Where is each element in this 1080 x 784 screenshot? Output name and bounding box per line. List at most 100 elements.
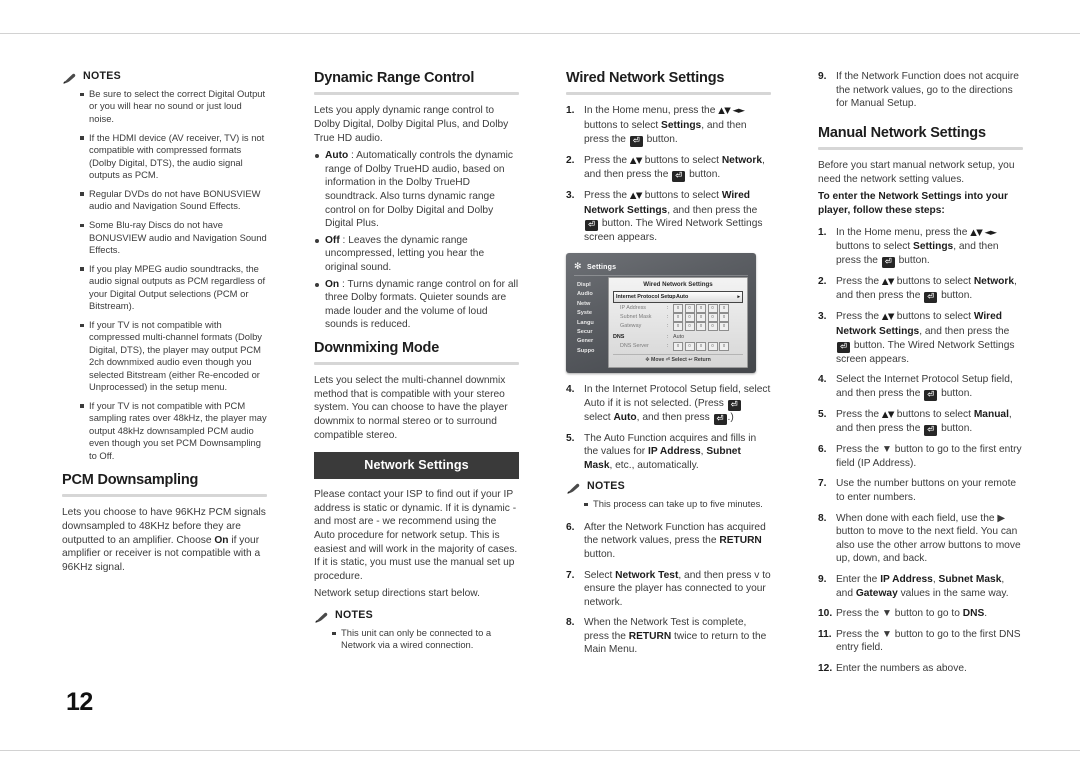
- notes-label: NOTES: [335, 609, 373, 621]
- manual-page: NOTES Be sure to select the correct Digi…: [0, 0, 1080, 784]
- section-heading-dynamic-range-control: Dynamic Range Control: [314, 70, 475, 86]
- note-item: If the HDMI device (AV receiver, TV) is …: [80, 132, 267, 182]
- row-label: Subnet Mask: [620, 314, 652, 321]
- figure-row-dns-server: DNS Server : 0 0 0 0 0: [613, 342, 743, 351]
- step-text: Press the ▼ button to go to the first DN…: [836, 628, 1021, 654]
- row-value: Auto: [673, 334, 685, 341]
- pencil-icon: [566, 481, 581, 494]
- enter-key-icon: ⏎: [585, 220, 598, 232]
- step-text: Press the ▼ button to go to DNS.: [836, 608, 988, 620]
- step-item: 1. In the Home menu, press the ▲▼ ◄► but…: [818, 226, 1023, 268]
- row-label: Gateway: [620, 323, 642, 330]
- section-heading-wired-network-settings: Wired Network Settings: [566, 70, 725, 86]
- heading-rule: [314, 92, 519, 96]
- footer-move-label: Move: [651, 356, 665, 363]
- step-item: 9. If the Network Function does not acqu…: [818, 70, 1023, 111]
- step-number: 7.: [566, 569, 575, 581]
- step-item: 1. In the Home menu, press the ▲▼ ◄► but…: [566, 104, 771, 147]
- step-item: 4. In the Internet Protocol Setup field,…: [566, 383, 771, 425]
- step-number: 12.: [818, 663, 833, 675]
- step-text: In the Home menu, press the ▲▼ ◄► button…: [584, 105, 747, 147]
- step-number: 7.: [818, 478, 827, 490]
- section-heading-pcm-downsampling: PCM Downsampling: [62, 471, 199, 488]
- enter-key-icon: ⏎: [924, 292, 938, 304]
- figure-row-gateway: Gateway : 0 0 0 0 0: [613, 322, 743, 331]
- footer-select-label: Select: [671, 356, 687, 363]
- row-label: DNS: [613, 334, 625, 341]
- row-value: Auto: [676, 293, 689, 300]
- row-label: Internet Protocol Setup: [616, 293, 676, 300]
- note-item: If you play MPEG audio soundtracks, the …: [80, 263, 267, 313]
- dns-server-boxes: 0 0 0 0 0: [673, 342, 729, 351]
- figure-row-ip-address: IP Address : 0 0 0 0 0: [613, 304, 743, 313]
- step-item: 6. Press the ▼ button to go to the first…: [818, 443, 1023, 470]
- enter-key-icon: ⏎: [713, 413, 727, 425]
- step-text: Enter the numbers as above.: [836, 663, 967, 675]
- enter-key-icon: ⏎: [881, 256, 895, 268]
- gateway-boxes: 0 0 0 0 0: [673, 322, 729, 331]
- arrow-glyphs: ▲▼ ◄►: [970, 227, 997, 238]
- arrow-glyphs: ▲▼ ◄►: [718, 106, 745, 117]
- ip-address-boxes: 0 0 0 0 0: [673, 304, 729, 313]
- manual-intro-bold: To enter the Network Settings into your …: [818, 191, 1008, 216]
- step-number: 4.: [818, 374, 827, 386]
- step-number: 3.: [818, 311, 827, 323]
- drc-option-auto: Auto : Automatically controls the dynami…: [314, 149, 519, 231]
- pencil-icon: [62, 71, 77, 84]
- enter-key-icon: ⏎: [924, 389, 938, 401]
- column-2: Dynamic Range Control Lets you apply dyn…: [314, 70, 519, 662]
- step-number: 3.: [566, 190, 575, 202]
- note-item: Be sure to select the correct Digital Ou…: [80, 88, 267, 125]
- step-number: 11.: [818, 628, 832, 640]
- step-item: 10. Press the ▼ button to go to DNS.: [818, 607, 1023, 621]
- enter-key-icon: ⏎: [837, 341, 850, 353]
- column-4: 9. If the Network Function does not acqu…: [818, 70, 1023, 684]
- wired-network-settings-screenshot: ✻ Settings Displ Audio Netw Syste Langu …: [566, 252, 756, 373]
- downmixing-body: Lets you select the multi-channel downmi…: [314, 375, 508, 441]
- drc-option-on: On : Turns dynamic range control on for …: [314, 278, 519, 332]
- chevron-right-icon: ▸: [737, 293, 740, 300]
- step-text: Press the ▲▼ buttons to select Manual, a…: [836, 408, 1012, 437]
- figure-dialog: Wired Network Settings Internet Protocol…: [608, 276, 748, 368]
- row-label: IP Address: [620, 305, 646, 312]
- figure-titlebar: ✻ Settings: [574, 260, 748, 276]
- heading-rule: [818, 147, 1023, 151]
- arrow-glyphs: ▲▼: [881, 276, 895, 287]
- top-rule: [0, 33, 1080, 34]
- step-item: 3. Press the ▲▼ buttons to select Wired …: [818, 310, 1023, 366]
- figure-footer-hints: ✥ Move ⏎ Select ↩ Return: [613, 353, 743, 363]
- figure-row-internet-protocol-setup: Internet Protocol Setup : Auto ▸: [613, 290, 743, 303]
- step-text: Press the ▲▼ buttons to select Wired Net…: [584, 190, 763, 244]
- step-number: 8.: [566, 617, 575, 629]
- note-item: If your TV is not compatible with PCM sa…: [80, 400, 267, 462]
- notes-header-2: NOTES: [314, 609, 519, 623]
- drc-option-off: Off : Leaves the dynamic range uncompres…: [314, 234, 519, 275]
- network-settings-body-2: Network setup directions start below.: [314, 588, 480, 600]
- notes-list-1: Be sure to select the correct Digital Ou…: [62, 88, 267, 462]
- section-heading-manual-network-settings: Manual Network Settings: [818, 124, 986, 141]
- step-text: After the Network Function has acquired …: [584, 521, 766, 560]
- figure-dialog-title: Wired Network Settings: [643, 280, 713, 288]
- step-item: 5. Press the ▲▼ buttons to select Manual…: [818, 408, 1023, 437]
- manual-intro: Before you start manual network setup, y…: [818, 160, 1015, 185]
- step-item: 2. Press the ▲▼ buttons to select Networ…: [566, 154, 771, 183]
- note-item: This process can take up to five minutes…: [584, 498, 771, 510]
- drc-options-list: Auto : Automatically controls the dynami…: [314, 149, 519, 332]
- notes-label: NOTES: [83, 70, 121, 82]
- step-item: 5. The Auto Function acquires and fills …: [566, 432, 771, 473]
- enter-key-icon: ⏎: [924, 425, 938, 437]
- pencil-icon: [314, 610, 329, 623]
- step-text: When the Network Test is complete, press…: [584, 617, 767, 656]
- step-item: 4. Select the Internet Protocol Setup fi…: [818, 373, 1023, 401]
- arrow-glyphs: ▲▼: [881, 409, 895, 420]
- step-item: 7. Select Network Test, and then press v…: [566, 569, 771, 610]
- enter-key-icon: ⏎: [629, 135, 643, 147]
- step-number: 4.: [566, 383, 575, 395]
- figure-row-dns: DNS : Auto: [613, 333, 743, 342]
- step-text: Press the ▲▼ buttons to select Network, …: [836, 275, 1017, 304]
- drc-intro: Lets you apply dynamic range control to …: [314, 105, 509, 144]
- step-text: Use the number buttons on your remote to…: [836, 478, 1017, 504]
- wired-steps-list-3: 6. After the Network Function has acquir…: [566, 521, 771, 657]
- notes-header-1: NOTES: [62, 70, 267, 84]
- step-number: 9.: [818, 71, 827, 82]
